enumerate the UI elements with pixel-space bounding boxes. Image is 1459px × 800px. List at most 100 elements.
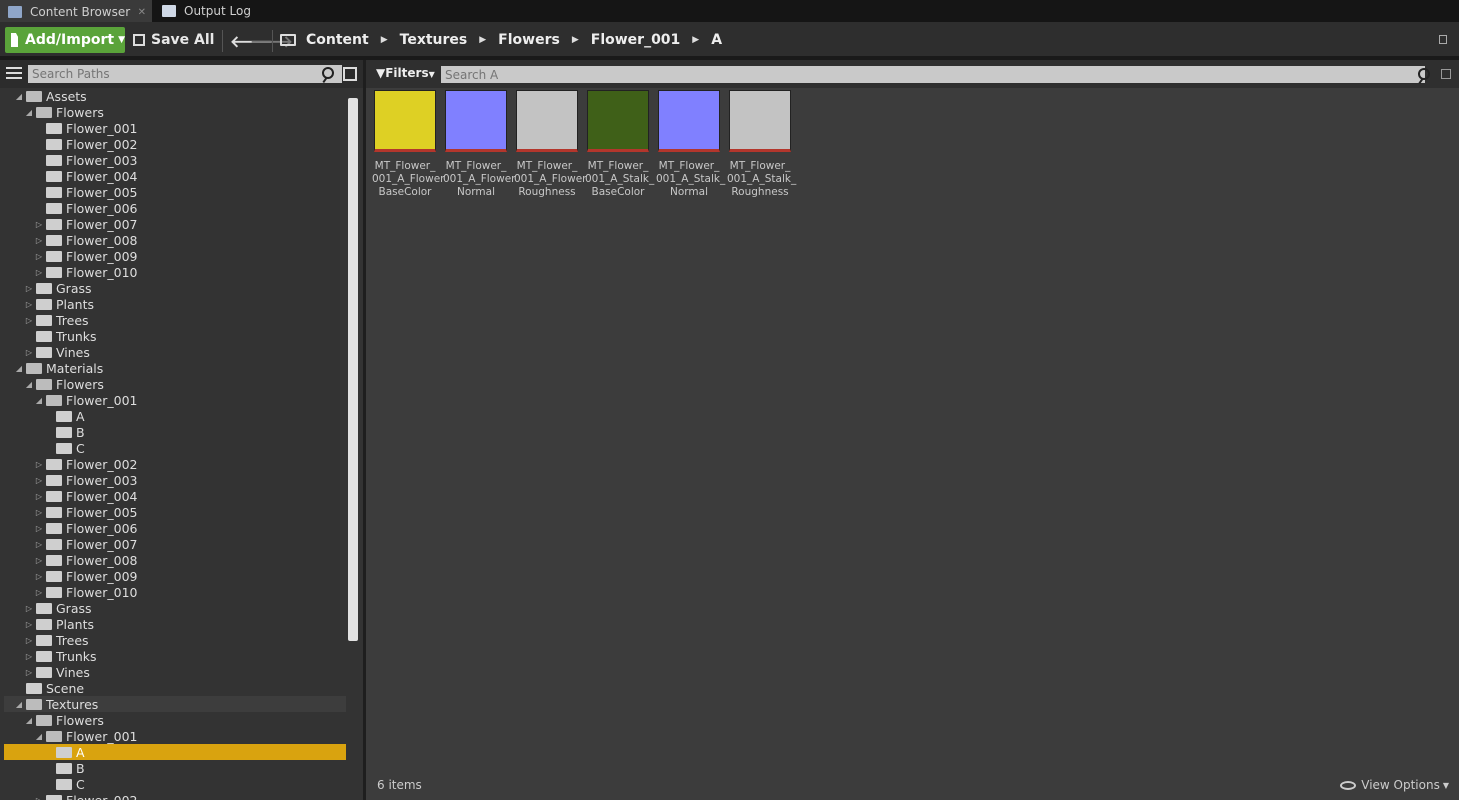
tree-item[interactable]: ◢ Flowers xyxy=(4,376,346,392)
tree-item[interactable]: ▷ Flower_004 xyxy=(4,488,346,504)
collapse-arrow-icon[interactable]: ▷ xyxy=(24,300,34,309)
tree-scrollbar[interactable] xyxy=(348,98,358,641)
tree-item[interactable]: ▷ Flower_008 xyxy=(4,232,346,248)
collapse-arrow-icon[interactable]: ▷ xyxy=(24,668,34,677)
tree-item[interactable]: ▷ Vines xyxy=(4,664,346,680)
collapse-arrow-icon[interactable]: ▷ xyxy=(34,220,44,229)
tree-item[interactable]: ◢ Assets xyxy=(4,88,346,104)
collapse-arrow-icon[interactable]: ▷ xyxy=(34,236,44,245)
tree-item[interactable]: Flower_001 xyxy=(4,120,346,136)
expand-arrow-icon[interactable]: ◢ xyxy=(14,92,24,101)
tab-content-browser[interactable]: Content Browser ✕ xyxy=(0,0,152,22)
tree-item[interactable]: Trunks xyxy=(4,328,346,344)
tree-item[interactable]: ◢ Flowers xyxy=(4,104,346,120)
tree-item[interactable]: ▷ Trunks xyxy=(4,648,346,664)
add-import-button[interactable]: Add/Import ▼ xyxy=(5,27,125,53)
tree-item[interactable]: Flower_005 xyxy=(4,184,346,200)
tree-item[interactable]: ▷ Flower_010 xyxy=(4,584,346,600)
tree-item[interactable]: ◢ Flowers xyxy=(4,712,346,728)
asset-tile[interactable]: MT_Flower_ 001_A_Flower BaseColor xyxy=(372,90,444,199)
sources-toggle-icon[interactable] xyxy=(6,67,22,81)
chevron-right-icon[interactable]: ▶ xyxy=(479,35,486,45)
tree-item[interactable]: A xyxy=(4,744,346,760)
collapse-arrow-icon[interactable]: ▷ xyxy=(34,252,44,261)
expand-arrow-icon[interactable]: ◢ xyxy=(24,380,34,389)
collapse-arrow-icon[interactable]: ▷ xyxy=(34,796,44,800)
tree-item[interactable]: B xyxy=(4,424,346,440)
tree-item[interactable]: ▷ Grass xyxy=(4,600,346,616)
expand-arrow-icon[interactable]: ◢ xyxy=(34,732,44,741)
tree-item[interactable]: C xyxy=(4,440,346,456)
tree-item[interactable]: ◢ Materials xyxy=(4,360,346,376)
expand-arrow-icon[interactable]: ◢ xyxy=(24,108,34,117)
tree-item[interactable]: ▷ Flower_007 xyxy=(4,216,346,232)
asset-tile[interactable]: MT_Flower_ 001_A_Stalk_ BaseColor xyxy=(585,90,654,199)
tree-item[interactable]: ▷ Plants xyxy=(4,296,346,312)
chevron-right-icon[interactable]: ▶ xyxy=(572,35,579,45)
asset-tile[interactable]: MT_Flower_ 001_A_Flower Normal xyxy=(443,90,515,199)
search-assets-input[interactable] xyxy=(441,66,1425,83)
close-icon[interactable]: ✕ xyxy=(138,7,146,18)
breadcrumb-content[interactable]: Content xyxy=(306,32,369,48)
chevron-right-icon[interactable]: ▶ xyxy=(692,35,699,45)
tree-item[interactable]: ▷ Flower_009 xyxy=(4,568,346,584)
tree-item[interactable]: ◢ Flower_001 xyxy=(4,392,346,408)
lock-icon[interactable] xyxy=(1439,35,1447,44)
breadcrumb-a[interactable]: A xyxy=(711,32,722,48)
collapse-arrow-icon[interactable]: ▷ xyxy=(24,652,34,661)
save-search-icon[interactable] xyxy=(1441,69,1451,79)
tree-item[interactable]: Flower_003 xyxy=(4,152,346,168)
collapse-arrow-icon[interactable]: ▷ xyxy=(34,268,44,277)
collapse-arrow-icon[interactable]: ▷ xyxy=(24,604,34,613)
tree-item[interactable]: Scene xyxy=(4,680,346,696)
collapse-arrow-icon[interactable]: ▷ xyxy=(24,284,34,293)
tree-item[interactable]: ▷ Flower_006 xyxy=(4,520,346,536)
tree-item[interactable]: B xyxy=(4,760,346,776)
tree-item[interactable]: ▷ Flower_002 xyxy=(4,792,346,800)
collapse-arrow-icon[interactable]: ▷ xyxy=(34,540,44,549)
tree-item[interactable]: ▷ Flower_007 xyxy=(4,536,346,552)
expand-arrow-icon[interactable]: ◢ xyxy=(34,396,44,405)
breadcrumb-flower-001[interactable]: Flower_001 xyxy=(591,32,681,48)
path-view-options-icon[interactable] xyxy=(343,67,357,81)
tree-item[interactable]: ▷ Grass xyxy=(4,280,346,296)
save-all-button[interactable]: Save All xyxy=(133,27,214,53)
expand-arrow-icon[interactable]: ◢ xyxy=(14,700,24,709)
collapse-arrow-icon[interactable]: ▷ xyxy=(34,460,44,469)
tree-item[interactable]: ▷ Flower_005 xyxy=(4,504,346,520)
tree-item[interactable]: ▷ Flower_010 xyxy=(4,264,346,280)
asset-tile[interactable]: MT_Flower_ 001_A_Stalk_ Roughness xyxy=(727,90,796,199)
tree-item[interactable]: Flower_002 xyxy=(4,136,346,152)
collapse-arrow-icon[interactable]: ▷ xyxy=(34,476,44,485)
expand-arrow-icon[interactable]: ◢ xyxy=(14,364,24,373)
search-paths-input[interactable] xyxy=(28,65,342,83)
tree-item[interactable]: ▷ Flower_009 xyxy=(4,248,346,264)
tree-item[interactable]: A xyxy=(4,408,346,424)
tree-item[interactable]: ▷ Flower_002 xyxy=(4,456,346,472)
expand-arrow-icon[interactable]: ◢ xyxy=(24,716,34,725)
view-options-button[interactable]: View Options ▼ xyxy=(1340,778,1449,792)
tree-item[interactable]: ▷ Vines xyxy=(4,344,346,360)
collapse-arrow-icon[interactable]: ▷ xyxy=(24,636,34,645)
tree-item[interactable]: ◢ Flower_001 xyxy=(4,728,346,744)
tree-item[interactable]: ▷ Flower_008 xyxy=(4,552,346,568)
filters-button[interactable]: ▼Filters▼ xyxy=(376,66,435,80)
tree-item[interactable]: ▷ Plants xyxy=(4,616,346,632)
collapse-arrow-icon[interactable]: ▷ xyxy=(34,524,44,533)
collapse-arrow-icon[interactable]: ▷ xyxy=(24,348,34,357)
collapse-arrow-icon[interactable]: ▷ xyxy=(34,572,44,581)
tree-item[interactable]: ▷ Trees xyxy=(4,632,346,648)
breadcrumb-flowers[interactable]: Flowers xyxy=(498,32,560,48)
collapse-arrow-icon[interactable]: ▷ xyxy=(34,556,44,565)
collapse-arrow-icon[interactable]: ▷ xyxy=(34,492,44,501)
chevron-right-icon[interactable]: ▶ xyxy=(381,35,388,45)
tab-output-log[interactable]: Output Log xyxy=(154,0,279,22)
collapse-arrow-icon[interactable]: ▷ xyxy=(24,620,34,629)
collapse-arrow-icon[interactable]: ▷ xyxy=(34,508,44,517)
tree-item[interactable]: ▷ Flower_003 xyxy=(4,472,346,488)
tree-item[interactable]: Flower_004 xyxy=(4,168,346,184)
tree-item[interactable]: ▷ Trees xyxy=(4,312,346,328)
tree-item[interactable]: ◢ Textures xyxy=(4,696,346,712)
tree-item[interactable]: Flower_006 xyxy=(4,200,346,216)
asset-tile[interactable]: MT_Flower_ 001_A_Stalk_ Normal xyxy=(656,90,725,199)
